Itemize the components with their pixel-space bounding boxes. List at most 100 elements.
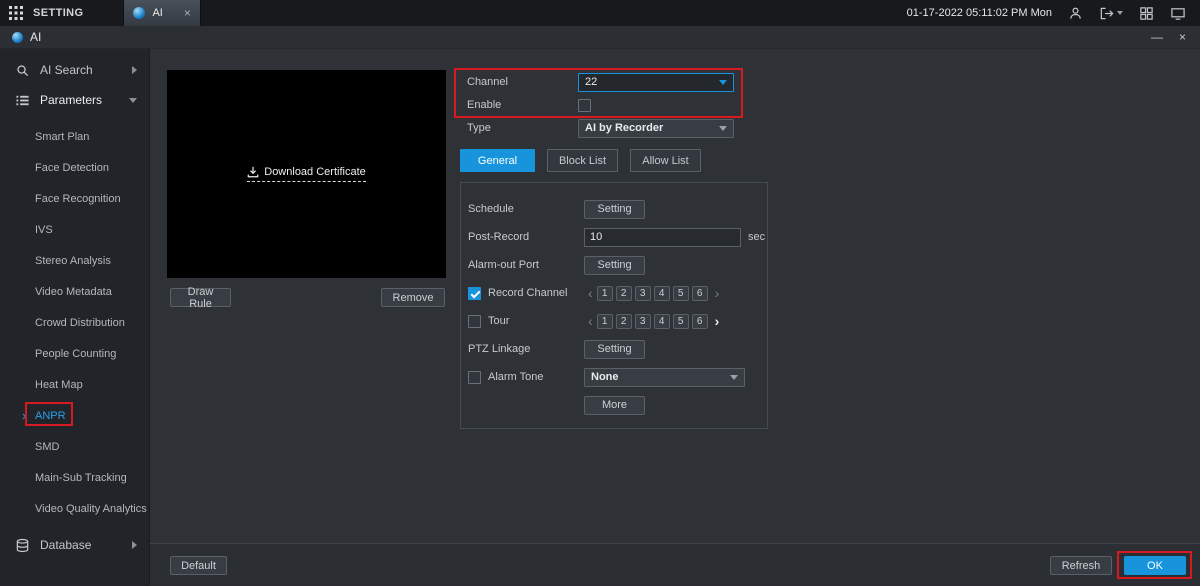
- record-channel-5[interactable]: 5: [673, 286, 689, 301]
- record-channel-label: Record Channel: [488, 287, 568, 299]
- sidebar-item-smart-plan[interactable]: Smart Plan: [0, 121, 149, 152]
- dropdown-arrow-icon: [730, 375, 738, 380]
- grid-view-icon[interactable]: [1139, 6, 1154, 21]
- prev-channels-icon[interactable]: ‹: [588, 286, 593, 300]
- record-channel-checkbox[interactable]: [468, 287, 481, 300]
- next-channels-icon[interactable]: ›: [715, 314, 720, 328]
- close-icon[interactable]: ×: [1179, 31, 1186, 43]
- list-icon: [15, 93, 30, 108]
- sidebar-item-stereo-analysis[interactable]: Stereo Analysis: [0, 245, 149, 276]
- sidebar-item-video-metadata[interactable]: Video Metadata: [0, 276, 149, 307]
- selected-marker-icon: ›: [22, 408, 26, 423]
- prev-channels-icon[interactable]: ‹: [588, 314, 593, 328]
- tab-ai-label: AI: [152, 7, 162, 19]
- sidebar-item-database[interactable]: Database: [0, 530, 149, 560]
- tab-allow-list[interactable]: Allow List: [630, 149, 701, 172]
- sidebar-item-crowd-distribution[interactable]: Crowd Distribution: [0, 307, 149, 338]
- record-channel-2[interactable]: 2: [616, 286, 632, 301]
- post-record-row: Post-Record sec: [461, 223, 767, 251]
- sidebar-item-smd[interactable]: SMD: [0, 431, 149, 462]
- ok-button[interactable]: OK: [1124, 556, 1186, 575]
- user-icon[interactable]: [1068, 6, 1083, 21]
- minimize-icon[interactable]: —: [1151, 31, 1163, 43]
- display-icon[interactable]: [1170, 6, 1186, 21]
- alarm-tone-value: None: [591, 371, 619, 383]
- logout-icon[interactable]: [1099, 6, 1123, 21]
- chevron-down-icon: [129, 98, 137, 103]
- sub-item-label: Smart Plan: [35, 131, 89, 143]
- post-record-input[interactable]: [584, 228, 741, 247]
- sidebar-item-people-counting[interactable]: People Counting: [0, 338, 149, 369]
- tab-general[interactable]: General: [460, 149, 535, 172]
- tour-channel-1[interactable]: 1: [597, 314, 613, 329]
- tab-block-list[interactable]: Block List: [547, 149, 618, 172]
- sidebar-item-main-sub-tracking[interactable]: Main-Sub Tracking: [0, 462, 149, 493]
- more-button[interactable]: More: [584, 396, 645, 415]
- sidebar-item-face-detection[interactable]: Face Detection: [0, 152, 149, 183]
- download-certificate-link[interactable]: Download Certificate: [247, 166, 366, 182]
- sub-item-label: Face Recognition: [35, 193, 121, 205]
- sidebar-item-face-recognition[interactable]: Face Recognition: [0, 183, 149, 214]
- channel-dropdown[interactable]: 22: [578, 73, 734, 92]
- sidebar-item-heat-map[interactable]: Heat Map: [0, 369, 149, 400]
- enable-checkbox[interactable]: [578, 99, 591, 112]
- more-row: More: [461, 391, 767, 419]
- refresh-button[interactable]: Refresh: [1050, 556, 1112, 575]
- alarm-out-setting-button[interactable]: Setting: [584, 256, 645, 275]
- record-channel-6[interactable]: 6: [692, 286, 708, 301]
- setting-menu[interactable]: SETTING: [33, 7, 83, 19]
- remove-button[interactable]: Remove: [381, 288, 445, 307]
- sidebar-item-anpr[interactable]: › ANPR: [0, 400, 149, 431]
- ai-orb-icon: [133, 7, 145, 19]
- sidebar: AI Search Parameters Smart Plan Face Det…: [0, 49, 150, 586]
- default-button[interactable]: Default: [170, 556, 227, 575]
- tour-channel-4[interactable]: 4: [654, 314, 670, 329]
- sidebar-item-ivs[interactable]: IVS: [0, 214, 149, 245]
- tour-channel-6[interactable]: 6: [692, 314, 708, 329]
- search-icon: [15, 63, 30, 78]
- tour-label: Tour: [488, 315, 509, 327]
- enable-label: Enable: [467, 99, 578, 111]
- sub-item-label: Video Metadata: [35, 286, 112, 298]
- sub-item-label: SMD: [35, 441, 59, 453]
- database-icon: [15, 538, 30, 553]
- sub-item-label: People Counting: [35, 348, 116, 360]
- record-channel-1[interactable]: 1: [597, 286, 613, 301]
- schedule-label: Schedule: [468, 203, 584, 215]
- next-channels-icon[interactable]: ›: [715, 286, 720, 300]
- sub-item-label: Main-Sub Tracking: [35, 472, 127, 484]
- sidebar-label-database: Database: [40, 538, 91, 552]
- sidebar-item-parameters[interactable]: Parameters: [0, 85, 149, 115]
- channel-value: 22: [585, 76, 597, 88]
- sidebar-item-video-quality-analytics[interactable]: Video Quality Analytics: [0, 493, 149, 524]
- record-channel-4[interactable]: 4: [654, 286, 670, 301]
- sub-item-label: ANPR: [35, 410, 66, 422]
- sub-item-label: Crowd Distribution: [35, 317, 125, 329]
- tour-checkbox[interactable]: [468, 315, 481, 328]
- title-bar: AI — ×: [0, 26, 1200, 49]
- schedule-setting-button[interactable]: Setting: [584, 200, 645, 219]
- type-dropdown[interactable]: AI by Recorder: [578, 119, 734, 138]
- apps-grid-icon[interactable]: [9, 6, 23, 20]
- dropdown-arrow-icon: [719, 80, 727, 85]
- sub-item-label: Face Detection: [35, 162, 109, 174]
- alarm-tone-dropdown[interactable]: None: [584, 368, 745, 387]
- tour-channel-5[interactable]: 5: [673, 314, 689, 329]
- list-tabs: General Block List Allow List: [460, 149, 770, 172]
- alarm-out-row: Alarm-out Port Setting: [461, 251, 767, 279]
- tab-ai[interactable]: AI ×: [123, 0, 200, 26]
- ptz-setting-button[interactable]: Setting: [584, 340, 645, 359]
- sidebar-item-ai-search[interactable]: AI Search: [0, 55, 149, 85]
- tour-channel-3[interactable]: 3: [635, 314, 651, 329]
- record-channel-row: Record Channel ‹ 1 2 3 4 5 6 ›: [461, 279, 767, 307]
- schedule-row: Schedule Setting: [461, 195, 767, 223]
- main-content: Download Certificate Draw Rule Remove Ch…: [150, 49, 1200, 586]
- tab-close-icon[interactable]: ×: [184, 6, 191, 20]
- alarm-tone-checkbox[interactable]: [468, 371, 481, 384]
- draw-rule-button[interactable]: Draw Rule: [170, 288, 231, 307]
- post-record-label: Post-Record: [468, 231, 584, 243]
- record-channel-3[interactable]: 3: [635, 286, 651, 301]
- tour-channel-2[interactable]: 2: [616, 314, 632, 329]
- logout-caret-icon: [1117, 11, 1123, 15]
- ai-title-orb-icon: [12, 32, 23, 43]
